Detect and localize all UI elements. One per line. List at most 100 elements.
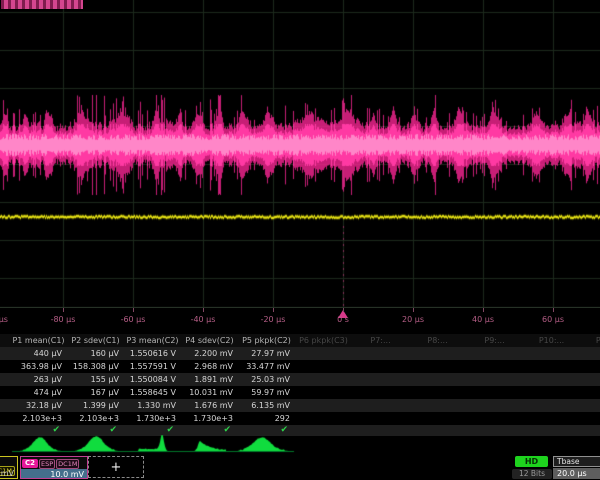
measure-value: [466, 347, 523, 360]
measure-value: [352, 399, 409, 412]
timebase-descriptor[interactable]: Tbase 20.0 µs: [553, 456, 600, 479]
axis-tick: [483, 308, 484, 312]
measure-value: [295, 373, 352, 386]
measure-value: [580, 386, 600, 399]
measure-value: 1.558645 V: [124, 386, 181, 399]
param-header[interactable]: P3 mean(C2): [124, 334, 181, 347]
param-header[interactable]: P10:...: [523, 334, 580, 347]
measure-value: [352, 386, 409, 399]
measure-value: 25.03 mV: [238, 373, 295, 386]
measure-value: [580, 373, 600, 386]
axis-tick-label: -20 µs: [243, 315, 303, 324]
measure-value: 2.103e+3: [10, 412, 67, 425]
time-axis: -100 µs -80 µs -60 µs -40 µs -20 µs 0 s 20 µs 4…: [0, 308, 600, 334]
hd-bits-label: 12 Bits: [512, 469, 552, 479]
measure-value: 474 µV: [10, 386, 67, 399]
measure-value: [466, 373, 523, 386]
param-header[interactable]: P7:...: [352, 334, 409, 347]
axis-tick: [273, 308, 274, 312]
param-header[interactable]: P4 sdev(C2): [181, 334, 238, 347]
measure-value: 1.399 µV: [67, 399, 124, 412]
axis-tick-label: 20 µs: [383, 315, 443, 324]
measure-value: 363.98 µV: [10, 360, 67, 373]
measure-value: [409, 386, 466, 399]
measure-value: [409, 399, 466, 412]
measure-value: 158.308 µV: [67, 360, 124, 373]
param-header[interactable]: P6 pkpk(C3): [295, 334, 352, 347]
c2-coupling-badge: DC1M: [56, 459, 79, 469]
measure-value: [295, 360, 352, 373]
param-header[interactable]: P8:...: [409, 334, 466, 347]
measure-value: [466, 412, 523, 425]
measure-value: [352, 412, 409, 425]
param-header[interactable]: P2 sdev(C1): [67, 334, 124, 347]
measure-value: 1.676 mV: [181, 399, 238, 412]
measure-value: 10.031 mV: [181, 386, 238, 399]
measure-value: 2.968 mV: [181, 360, 238, 373]
measure-value: [523, 373, 580, 386]
axis-tick-label: 0 s: [313, 315, 373, 324]
axis-tick: [413, 308, 414, 312]
measure-value: [580, 412, 600, 425]
measure-value: [523, 347, 580, 360]
axis-tick-label: -60 µs: [103, 315, 163, 324]
measure-value: 33.477 mV: [238, 360, 295, 373]
measure-value: [352, 347, 409, 360]
param-header[interactable]: P11:...: [580, 334, 600, 347]
measure-value: 1.730e+3: [181, 412, 238, 425]
measure-value: [466, 386, 523, 399]
measure-value: 160 µV: [67, 347, 124, 360]
measure-value: 1.330 mV: [124, 399, 181, 412]
measure-value: [409, 347, 466, 360]
hd-mode-badge[interactable]: HD: [515, 456, 548, 467]
measure-value: 292: [238, 412, 295, 425]
measure-value: 1.550616 V: [124, 347, 181, 360]
measure-value: [295, 386, 352, 399]
axis-tick-label: -100 µs: [0, 315, 23, 324]
measure-value: [409, 360, 466, 373]
channel-c1-descriptor[interactable]: DC1M 0 mV: [0, 456, 18, 479]
measure-value: [295, 399, 352, 412]
measure-value: 167 µV: [67, 386, 124, 399]
trace-descriptor-badge[interactable]: [1, 0, 83, 9]
measure-value: 32.18 µV: [10, 399, 67, 412]
c2-scale: 10.0 mV: [21, 469, 87, 479]
axis-tick: [553, 308, 554, 312]
measure-value: [466, 399, 523, 412]
measure-value: [466, 360, 523, 373]
axis-tick: [203, 308, 204, 312]
measure-value: [580, 347, 600, 360]
measure-value: 1.550084 V: [124, 373, 181, 386]
axis-tick-label: -40 µs: [173, 315, 233, 324]
measure-value: [580, 399, 600, 412]
measure-value: [523, 412, 580, 425]
measure-value: [352, 360, 409, 373]
parameter-histicons[interactable]: [0, 435, 600, 455]
axis-tick-label: 60 µs: [523, 315, 583, 324]
c2-label-badge: C2: [22, 459, 38, 468]
param-header[interactable]: P1 mean(C1): [10, 334, 67, 347]
descriptor-bar: DC1M 0 mV C2 ESP DC1M 10.0 mV + HD 12 Bi…: [0, 455, 600, 480]
measure-value: [580, 360, 600, 373]
measure-value: 1.891 mV: [181, 373, 238, 386]
axis-tick-label: 40 µs: [453, 315, 513, 324]
measure-value: 59.97 mV: [238, 386, 295, 399]
axis-tick: [63, 308, 64, 312]
measure-value: 2.200 mV: [181, 347, 238, 360]
axis-tick: [133, 308, 134, 312]
waveform-grid[interactable]: [0, 0, 600, 308]
measure-value: [523, 399, 580, 412]
measure-value: [295, 347, 352, 360]
param-header[interactable]: P9:...: [466, 334, 523, 347]
measurement-table: P1 mean(C1)P2 sdev(C1)P3 mean(C2)P4 sdev…: [0, 334, 600, 436]
oscilloscope-screen: -100 µs -80 µs -60 µs -40 µs -20 µs 0 s 20 µs 4…: [0, 0, 600, 480]
timebase-title: Tbase: [553, 456, 600, 467]
measure-value: 1.730e+3: [124, 412, 181, 425]
param-header[interactable]: P5 pkpk(C2): [238, 334, 295, 347]
measure-value: 263 µV: [10, 373, 67, 386]
measure-value: [409, 373, 466, 386]
channel-c2-descriptor[interactable]: C2 ESP DC1M 10.0 mV: [20, 456, 88, 479]
add-trace-button[interactable]: +: [88, 456, 144, 478]
axis-tick-label: -80 µs: [33, 315, 93, 324]
axis-tick: [343, 308, 344, 312]
